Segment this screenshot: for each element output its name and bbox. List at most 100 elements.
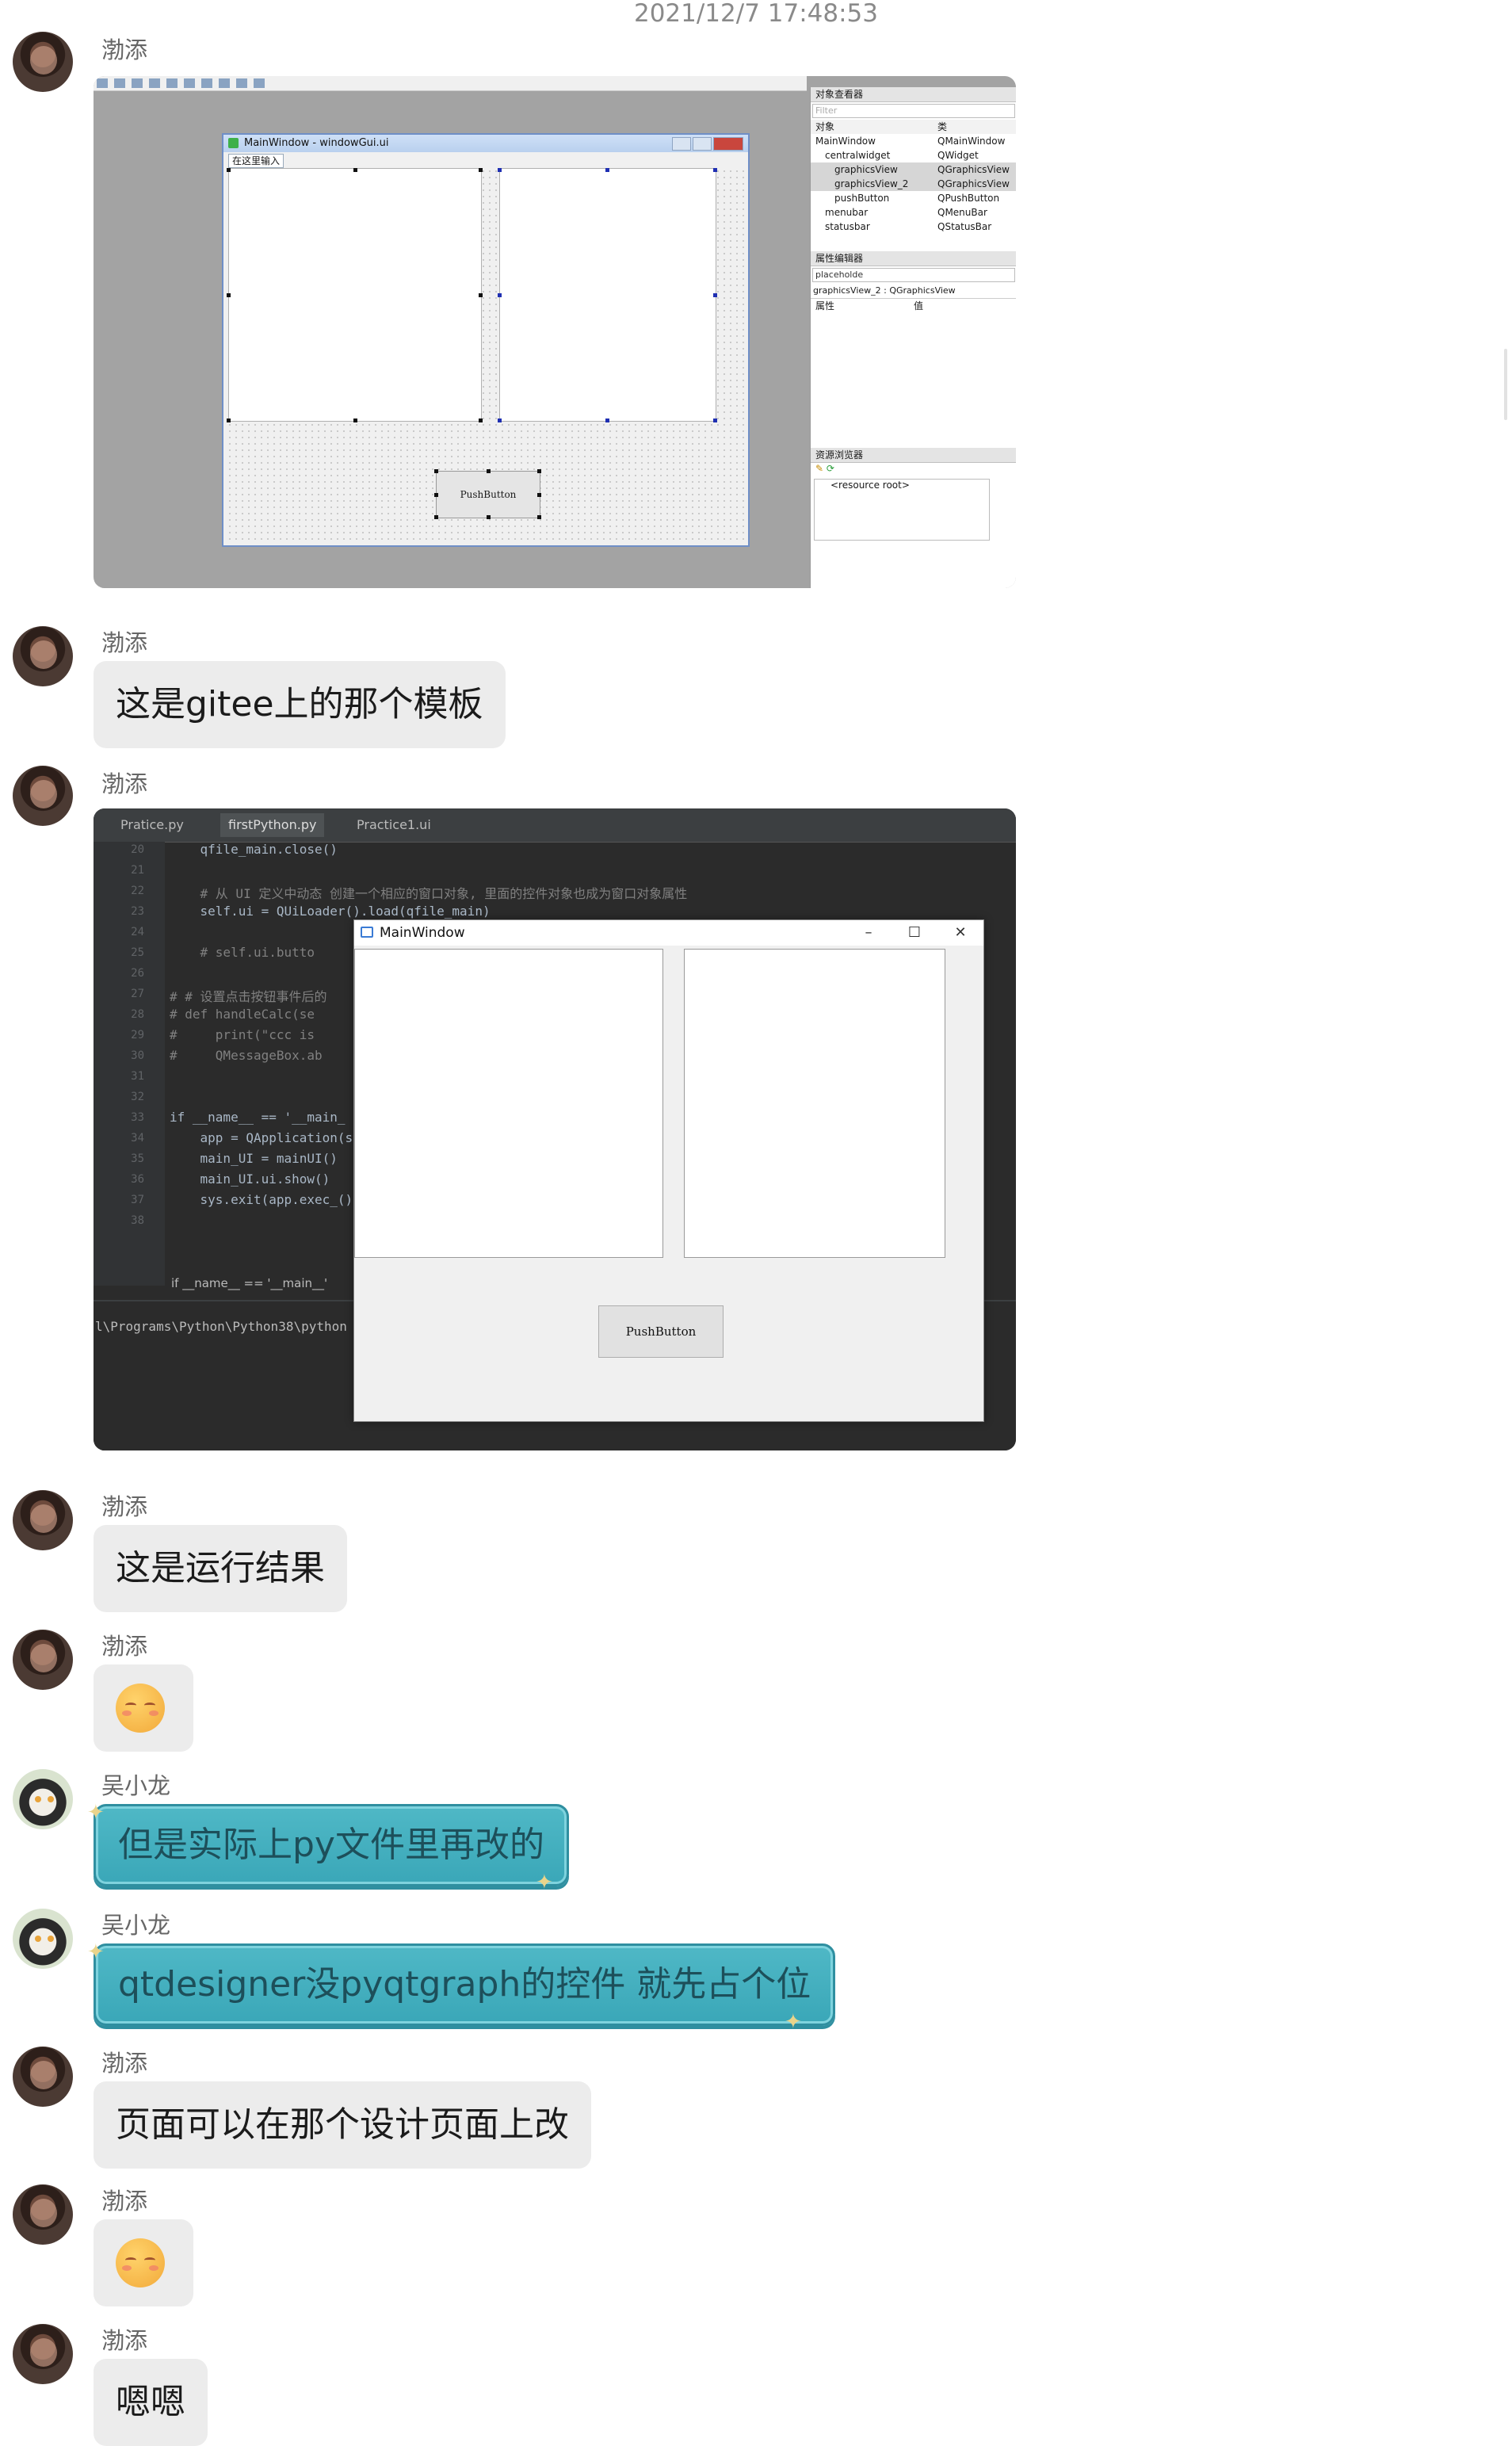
window-controls: – ☐ ✕ xyxy=(846,920,983,946)
line-number: 30 xyxy=(131,1049,144,1062)
line-number: 35 xyxy=(131,1152,144,1165)
avatar[interactable] xyxy=(13,32,73,92)
blushing-face-emoji xyxy=(116,2238,165,2287)
line-number: 27 xyxy=(131,988,144,1000)
sender-name: 渤添 xyxy=(101,770,148,797)
sender-name: 渤添 xyxy=(101,2050,148,2077)
designer-form-window: MainWindow - windowGui.ui 在这里输入 PushButt… xyxy=(222,133,750,547)
object-inspector-title: 对象查看器 xyxy=(811,87,1016,102)
message-bubble[interactable]: 嗯嗯 xyxy=(94,2359,208,2446)
avatar[interactable] xyxy=(13,2047,73,2107)
sparkle-icon: ✦ xyxy=(536,1871,553,1894)
push-button: PushButton xyxy=(598,1305,724,1358)
tab: Practice1.ui xyxy=(357,817,431,832)
avatar[interactable] xyxy=(13,1630,73,1690)
inspector-row: graphicsView QGraphicsView xyxy=(811,162,1016,177)
inspector-row: MainWindow QMainWindow xyxy=(815,136,1006,147)
code-line: # # 设置点击按钮事件后的 xyxy=(170,989,327,1004)
graphics-view-2 xyxy=(499,168,716,422)
window-icon xyxy=(361,927,373,938)
editor-tabs: Pratice.py firstPython.py Practice1.ui xyxy=(94,808,1016,843)
maximize-icon: ☐ xyxy=(907,924,922,941)
code-line: # self.ui.butto xyxy=(170,945,315,960)
tab-active: firstPython.py xyxy=(220,813,325,837)
line-number: 28 xyxy=(131,1008,144,1021)
image-message[interactable]: MainWindow - windowGui.ui 在这里输入 PushButt… xyxy=(94,76,1016,588)
sender-name: 渤添 xyxy=(101,629,148,656)
line-number: 31 xyxy=(131,1070,144,1083)
breadcrumb: if __name__ == '__main__' xyxy=(171,1276,328,1290)
avatar[interactable] xyxy=(13,2324,73,2384)
toolbar xyxy=(94,76,807,91)
designer-side-panels: 对象查看器 Filter 对象类 MainWindow QMainWindow ce… xyxy=(810,87,1016,588)
property-header: 属性值 xyxy=(815,300,924,311)
line-number: 34 xyxy=(131,1132,144,1145)
property-selected: graphicsView_2 : QGraphicsView xyxy=(811,284,1016,299)
avatar[interactable] xyxy=(13,626,73,686)
inspector-row: statusbar QStatusBar xyxy=(825,221,992,232)
resource-root: <resource root> xyxy=(814,479,990,541)
sparkle-icon: ✦ xyxy=(785,2010,802,2034)
line-number: 26 xyxy=(131,967,144,980)
graphics-view xyxy=(228,168,482,422)
resource-browser-title: 资源浏览器 xyxy=(811,448,1016,463)
sparkle-icon: ✦ xyxy=(87,1940,105,1964)
line-number: 20 xyxy=(131,843,144,856)
code-line: app = QApplication(s xyxy=(170,1130,353,1145)
form-canvas: PushButton xyxy=(227,168,745,542)
message-bubble[interactable]: 但是实际上py文件里再改的 xyxy=(94,1804,569,1886)
code-line: # QMessageBox.ab xyxy=(170,1048,323,1063)
sender-name: 吴小龙 xyxy=(101,1772,171,1799)
sender-name: 渤添 xyxy=(101,2327,148,2354)
code-line: # 从 UI 定义中动态 创建一个相应的窗口对象, 里面的控件对象也成为窗口对象… xyxy=(170,886,688,901)
menubar-placeholder: 在这里输入 xyxy=(228,154,284,168)
image-message[interactable]: Pratice.py firstPython.py Practice1.ui i… xyxy=(94,808,1016,1450)
terminal-line: l\Programs\Python\Python38\python xyxy=(95,1319,347,1334)
scrollbar-thumb[interactable] xyxy=(1504,349,1507,420)
avatar[interactable] xyxy=(13,766,73,826)
avatar[interactable] xyxy=(13,1490,73,1550)
inspector-row: graphicsView_2 QGraphicsView xyxy=(811,177,1016,191)
message-bubble[interactable]: qtdesigner没pyqtgraph的控件 就先占个位 xyxy=(94,1943,836,2026)
avatar[interactable] xyxy=(13,1769,73,1829)
avatar[interactable] xyxy=(13,2184,73,2245)
sender-name: 吴小龙 xyxy=(101,1912,171,1939)
blushing-face-emoji xyxy=(116,1684,165,1733)
graphics-view xyxy=(354,949,663,1258)
graphics-view-2 xyxy=(684,949,945,1258)
line-number: 32 xyxy=(131,1091,144,1103)
close-icon: ✕ xyxy=(954,924,967,941)
minimize-icon: – xyxy=(865,924,872,941)
message-bubble[interactable]: 这是gitee上的那个模板 xyxy=(94,661,506,748)
code-line: main_UI = mainUI() xyxy=(170,1151,338,1166)
inspector-row: menubar QMenuBar xyxy=(825,207,987,218)
sender-name: 渤添 xyxy=(101,1633,148,1660)
inspector-row: centralwidget QWidget xyxy=(825,150,979,161)
emoji-bubble[interactable] xyxy=(94,1664,193,1752)
line-number: 25 xyxy=(131,946,144,959)
inspector-row: pushButton QPushButton xyxy=(834,193,1000,204)
window-controls xyxy=(670,137,743,157)
app-icon xyxy=(228,138,239,148)
form-title-bar: MainWindow - windowGui.ui xyxy=(223,135,748,152)
sender-name: 渤添 xyxy=(101,36,148,63)
property-filter: placeholde xyxy=(812,268,1015,282)
code-line: # print("ccc is xyxy=(170,1027,315,1042)
avatar[interactable] xyxy=(13,1909,73,1969)
property-editor-title: 属性编辑器 xyxy=(811,251,1016,266)
line-number: 38 xyxy=(131,1214,144,1227)
code-line: if __name__ == '__main_ xyxy=(170,1110,346,1125)
sender-name: 渤添 xyxy=(101,2188,148,2215)
line-number: 29 xyxy=(131,1029,144,1041)
line-number: 22 xyxy=(131,885,144,897)
line-number: 36 xyxy=(131,1173,144,1186)
line-number: 24 xyxy=(131,926,144,938)
inspector-tree: MainWindow QMainWindow centralwidget QWidge… xyxy=(811,134,1016,234)
timestamp: 2021/12/7 17:48:53 xyxy=(633,0,879,28)
tab: Pratice.py xyxy=(120,817,184,832)
sender-name: 渤添 xyxy=(101,1493,148,1520)
line-number: 33 xyxy=(131,1111,144,1124)
message-bubble[interactable]: 页面可以在那个设计页面上改 xyxy=(94,2081,591,2169)
emoji-bubble[interactable] xyxy=(94,2219,193,2307)
message-bubble[interactable]: 这是运行结果 xyxy=(94,1525,347,1612)
